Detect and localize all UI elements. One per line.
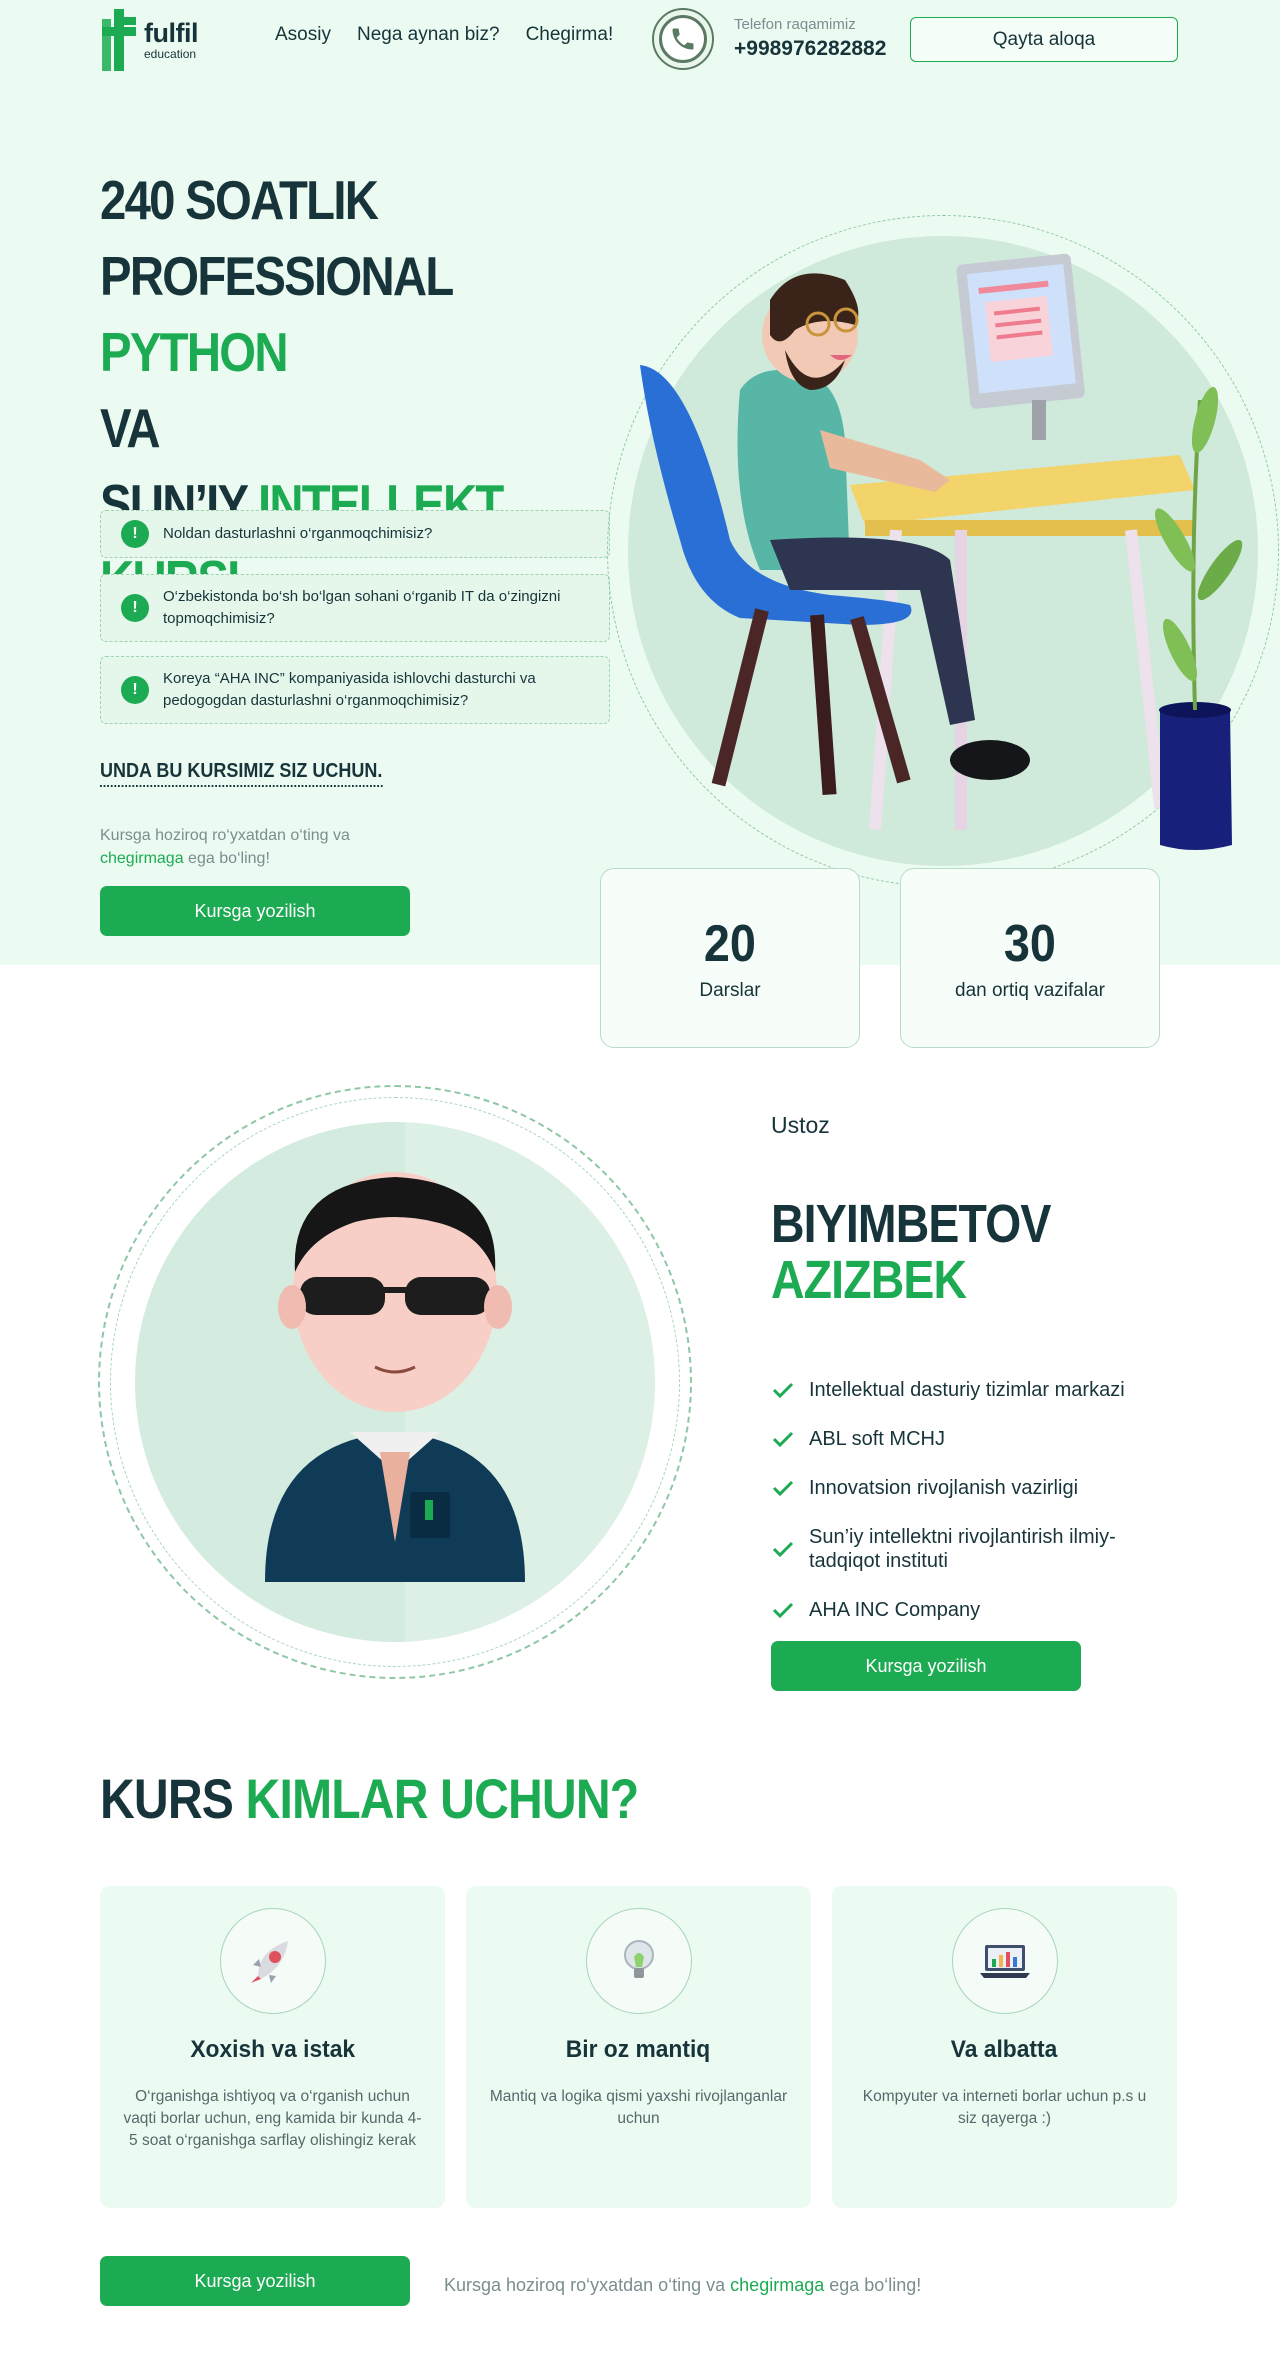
callback-button[interactable]: Qayta aloqa (910, 17, 1178, 62)
hero-hint-rest: ega bo‘ling! (183, 850, 270, 867)
check-icon (772, 1480, 794, 1497)
stat-card-lessons: 20 Darslar (600, 868, 860, 1048)
hero-title-line-3: VA (100, 397, 160, 459)
credential-text: Sun’iy intellektni rivojlantirish ilmiy-… (809, 1526, 1116, 1572)
logo-name: fulfil (144, 18, 198, 48)
stat-label: Darslar (699, 980, 761, 1001)
main-nav: Asosiy Nega aynan biz? Chegirma! (275, 24, 613, 46)
who-card-text: O‘rganishga ishtiyoq va o‘rganish uchun … (123, 2088, 422, 2149)
who-title-a: KURS (100, 1767, 246, 1830)
credential-text: Intellektual dasturiy tizimlar markazi (809, 1379, 1125, 1401)
check-icon (772, 1541, 794, 1558)
hero-title-line-2: PROFESSIONAL PYTHON (100, 238, 547, 390)
mentor-last-name: AZIZBEK (771, 1250, 967, 1310)
mentor-first-name: BIYIMBETOV (771, 1194, 1051, 1254)
exclamation-icon: ! (121, 520, 149, 548)
credential-text: Innovatsion rivojlanish vazirligi (809, 1477, 1079, 1499)
phone-icon[interactable] (652, 8, 714, 70)
question-text: Noldan dasturlashni o‘rganmoqchimisiz? (163, 525, 433, 542)
nav-link-home[interactable]: Asosiy (275, 24, 331, 46)
stat-value: 20 (703, 915, 757, 973)
who-card-text: Mantiq va logika qismi yaxshi rivojlanga… (489, 2088, 788, 2127)
hero-title-python: PYTHON (100, 321, 289, 383)
hero-title-line-1: 240 SOATLIK (100, 169, 379, 231)
mentor-illustration (265, 1122, 655, 1642)
bottom-hint-b: ega bo‘ling! (824, 2275, 922, 2295)
hero-title-line-2-a: PROFESSIONAL (100, 245, 453, 307)
hero-hint: Kursga hoziroq ro‘yxatdan o‘ting va cheg… (100, 824, 350, 870)
mentor-role: Ustoz (771, 1112, 830, 1138)
stat-value: 30 (1003, 915, 1057, 973)
for-you-heading: UNDA BU KURSIMIZ SIZ UCHUN. (100, 760, 383, 787)
credential-item: Innovatsion rivojlanish vazirligi (771, 1476, 1171, 1500)
who-section-title: KURS KIMLAR UCHUN? (100, 1766, 640, 1831)
credential-text: ABL soft MCHJ (809, 1428, 945, 1450)
who-title-b: KIMLAR UCHUN? (245, 1767, 640, 1830)
check-icon (772, 1431, 794, 1448)
logo-mark-icon (102, 9, 136, 71)
question-text: Koreya “AHA INC” kompaniyasida ishlovchi… (163, 670, 536, 709)
credential-item: AHA INC Company (771, 1598, 1171, 1622)
question-card: ! Koreya “AHA INC” kompaniyasida ishlovc… (100, 656, 610, 724)
stat-label: dan ortiq vazifalar (955, 980, 1105, 1001)
logo[interactable]: fulfil education (100, 8, 210, 72)
phone-block: Telefon raqamimiz +998976282882 (734, 16, 886, 61)
stat-card-tasks: 30 dan ortiq vazifalar (900, 868, 1160, 1048)
rocket-icon (219, 1908, 326, 2014)
credential-text: AHA INC Company (809, 1599, 981, 1621)
mentor-credentials: Intellektual dasturiy tizimlar markazi A… (771, 1378, 1171, 1622)
nav-link-why-us[interactable]: Nega aynan biz? (357, 24, 500, 46)
bottom-enroll-button[interactable]: Kursga yozilish (100, 2256, 410, 2306)
mentor-enroll-button[interactable]: Kursga yozilish (771, 1641, 1081, 1691)
who-card-text: Kompyuter va interneti borlar uchun p.s … (862, 2088, 1147, 2127)
who-card-logic: Bir oz mantiq Mantiq va logika qismi yax… (466, 1886, 811, 2208)
who-card-title: Va albatta (951, 2036, 1058, 2063)
who-card-title: Bir oz mantiq (566, 2036, 711, 2063)
phone-label: Telefon raqamimiz (734, 16, 856, 33)
logo-sub: education (144, 47, 197, 61)
question-card: ! O‘zbekistonda bo‘sh bo‘lgan sohani o‘r… (100, 574, 610, 642)
credential-item: Sun’iy intellektni rivojlantirish ilmiy-… (771, 1525, 1171, 1573)
discount-link[interactable]: chegirmaga (100, 850, 184, 867)
credential-item: Intellektual dasturiy tizimlar markazi (771, 1378, 1171, 1402)
laptop-icon (951, 1908, 1058, 2014)
nav-link-discount[interactable]: Chegirma! (526, 24, 614, 46)
enroll-button[interactable]: Kursga yozilish (100, 886, 410, 936)
bottom-hint-a: Kursga hoziroq ro‘yxatdan o‘ting va (444, 2275, 731, 2295)
exclamation-icon: ! (121, 594, 149, 622)
who-card-computer: Va albatta Kompyuter va interneti borlar… (832, 1886, 1177, 2208)
credential-item: ABL soft MCHJ (771, 1427, 1171, 1451)
bottom-discount-link[interactable]: chegirmaga (730, 2275, 824, 2295)
phone-number[interactable]: +998976282882 (734, 37, 886, 61)
who-card-title: Xoxish va istak (190, 2036, 355, 2063)
hero-hint-line-1: Kursga hoziroq ro‘yxatdan o‘ting va (100, 827, 350, 844)
check-icon (772, 1602, 794, 1619)
who-card-desire: Xoxish va istak O‘rganishga ishtiyoq va … (100, 1886, 445, 2208)
mentor-name: BIYIMBETOV AZIZBEK (771, 1196, 1051, 1308)
lightbulb-icon (585, 1908, 692, 2014)
mentor-avatar (135, 1122, 655, 1642)
question-card: ! Noldan dasturlashni o‘rganmoqchimisiz? (100, 510, 610, 558)
question-text: O‘zbekistonda bo‘sh bo‘lgan sohani o‘rga… (163, 588, 561, 627)
check-icon (772, 1382, 794, 1399)
bottom-hint: Kursga hoziroq ro‘yxatdan o‘ting va cheg… (444, 2275, 921, 2296)
exclamation-icon: ! (121, 676, 149, 704)
developer-illustration (640, 253, 1243, 850)
